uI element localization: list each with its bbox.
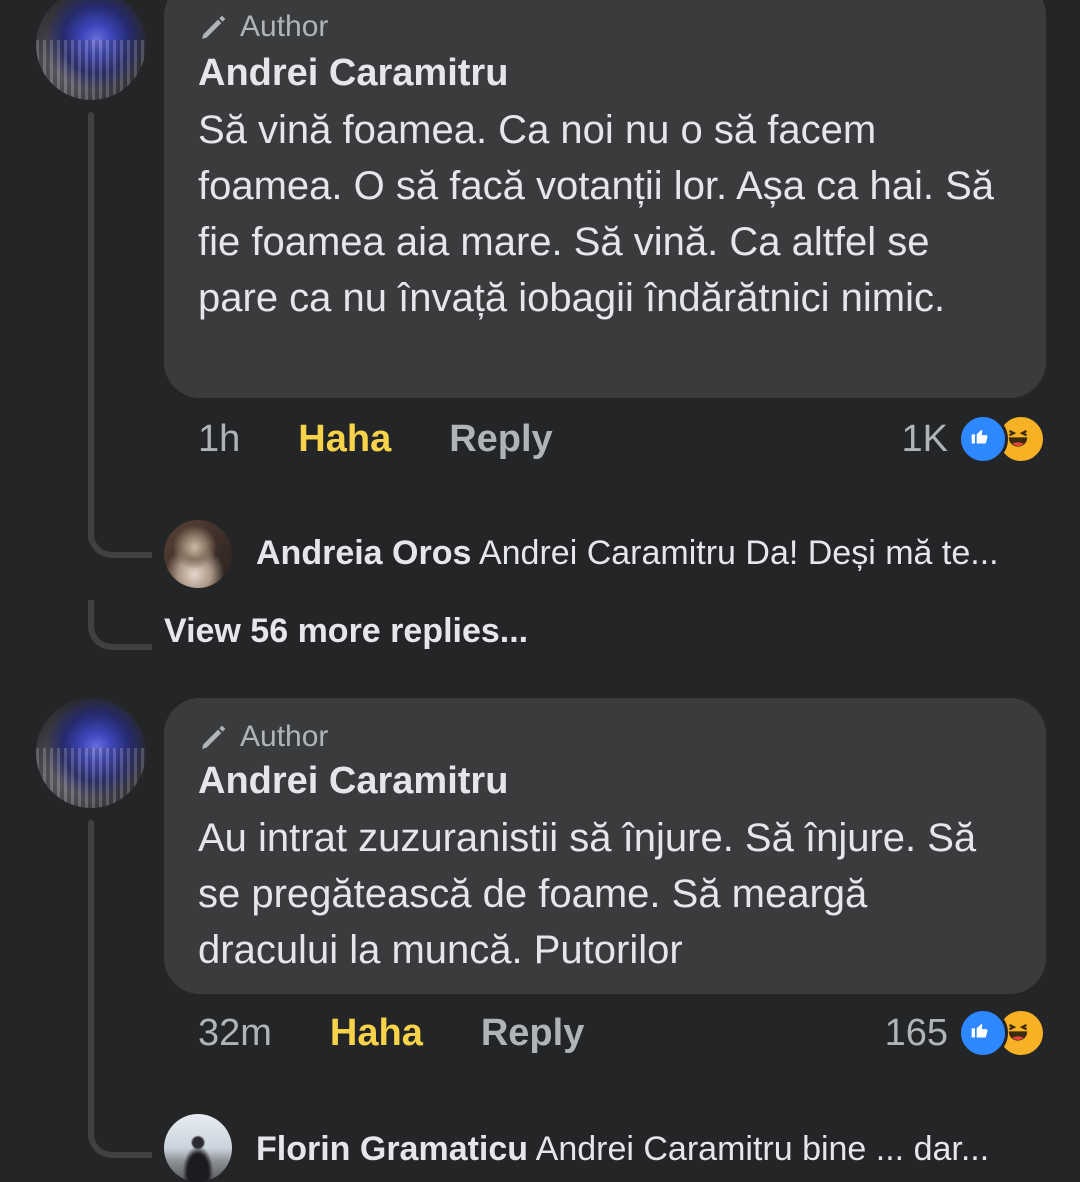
reply-snippet: Andrei Caramitru bine ... dar...: [535, 1130, 990, 1168]
comment-text: Să vină foamea. Ca noi nu o să facem foa…: [198, 108, 994, 320]
commenter-name[interactable]: Andrei Caramitru: [198, 760, 508, 803]
comment-bubble[interactable]: Author Andrei Caramitru Să vină foamea. …: [164, 0, 1046, 398]
reply-preview[interactable]: Florin Gramaticu Andrei Caramitru bine .…: [256, 1130, 989, 1169]
author-badge: Author: [198, 720, 328, 754]
comment-text: Au intrat zuzuranistii să înjure. Să înj…: [198, 816, 977, 972]
like-icon: [958, 414, 1008, 464]
author-badge: Author: [198, 10, 328, 44]
reaction-count: 1K: [901, 417, 948, 460]
timestamp[interactable]: 32m: [198, 1012, 272, 1055]
author-badge-label: Author: [240, 720, 329, 753]
comment-actions: 32m Haha Reply: [198, 1012, 584, 1055]
avatar[interactable]: [36, 698, 146, 808]
reply-button[interactable]: Reply: [449, 418, 552, 461]
pencil-icon: [202, 15, 226, 39]
thread-connector: [88, 1110, 152, 1158]
reply-button[interactable]: Reply: [481, 1012, 584, 1055]
thread-connector: [88, 600, 152, 650]
reaction-count: 165: [884, 1011, 948, 1054]
avatar[interactable]: [36, 0, 146, 100]
reaction-summary[interactable]: 165: [885, 1008, 1046, 1058]
haha-button[interactable]: Haha: [298, 418, 391, 461]
comment-bubble[interactable]: Author Andrei Caramitru Au intrat zuzura…: [164, 698, 1046, 994]
pencil-icon: [202, 725, 226, 749]
reaction-summary[interactable]: 1K: [902, 414, 1046, 464]
commenter-name[interactable]: Andrei Caramitru: [198, 52, 508, 95]
reply-author-name: Florin Gramaticu: [256, 1130, 529, 1168]
reply-preview[interactable]: Andreia Oros Andrei Caramitru Da! Deși m…: [256, 534, 999, 573]
thread-connector: [88, 520, 152, 558]
comment-actions: 1h Haha Reply: [198, 418, 553, 461]
like-icon: [958, 1008, 1008, 1058]
author-badge-label: Author: [240, 10, 329, 43]
reply-snippet: Andrei Caramitru Da! Deși mă te...: [478, 534, 999, 572]
view-more-replies-link[interactable]: View 56 more replies...: [164, 612, 528, 651]
haha-button[interactable]: Haha: [330, 1012, 423, 1055]
thread-line: [88, 112, 94, 542]
thread-line: [88, 820, 94, 1120]
timestamp[interactable]: 1h: [198, 418, 240, 461]
reply-author-name: Andreia Oros: [256, 534, 472, 572]
avatar[interactable]: [164, 520, 232, 588]
avatar[interactable]: [164, 1114, 232, 1182]
